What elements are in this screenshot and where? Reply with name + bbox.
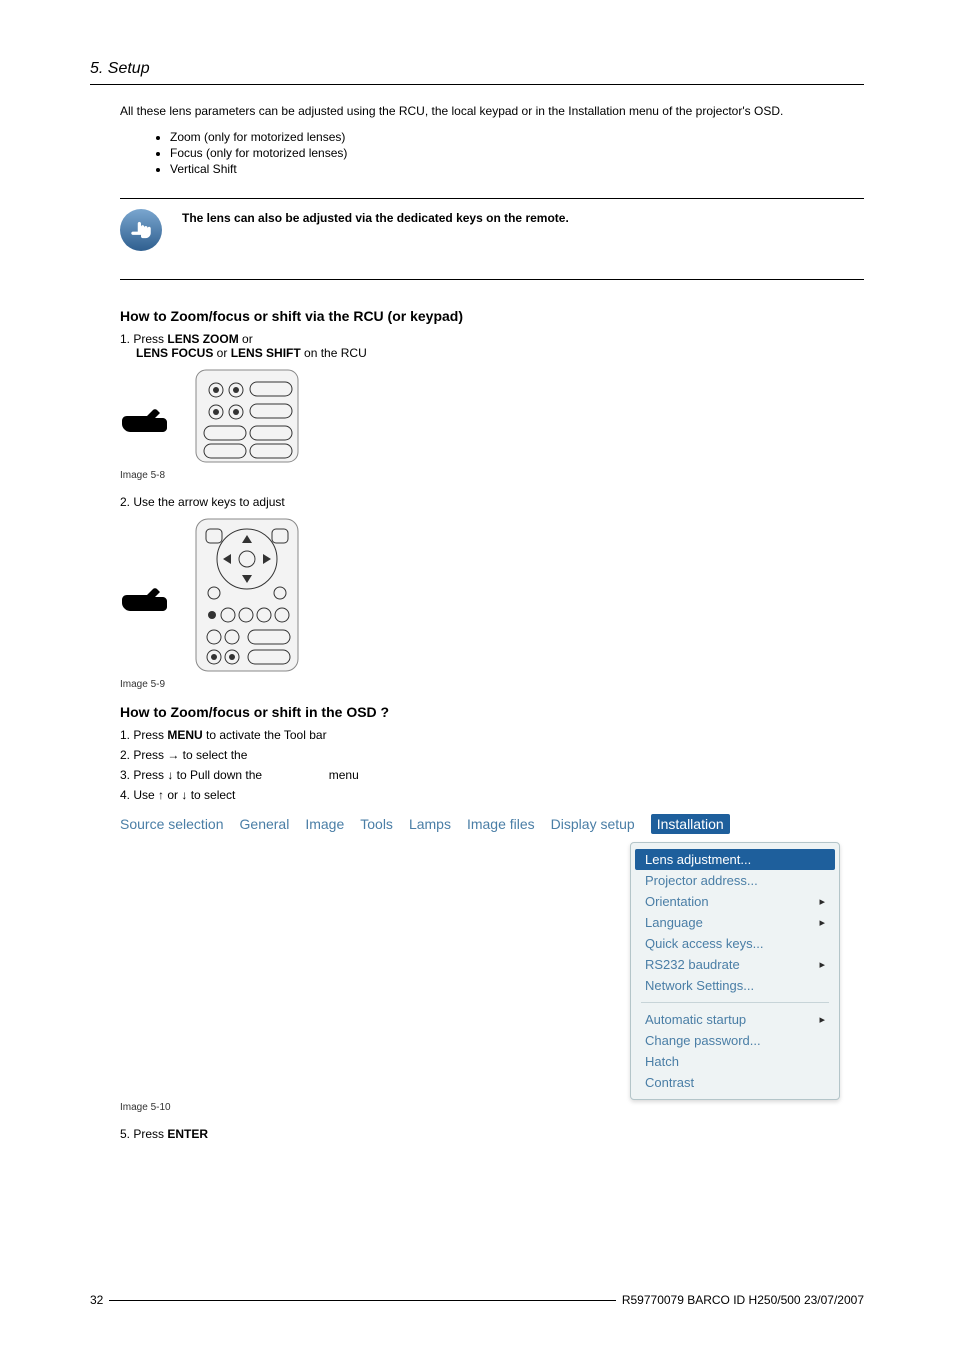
bullet-item: Zoom (only for motorized lenses) <box>170 130 864 146</box>
text: 1. Press <box>120 728 167 742</box>
chevron-right-icon: ▸ <box>819 916 825 929</box>
menu-item[interactable]: Image <box>305 816 344 832</box>
dropdown-item[interactable]: Network Settings... <box>635 975 835 996</box>
text: menu <box>325 768 358 782</box>
note-box: The lens can also be adjusted via the de… <box>120 198 864 280</box>
osd-screenshot: Source selection General Image Tools Lam… <box>120 810 840 1100</box>
dropdown-item[interactable]: Quick access keys... <box>635 933 835 954</box>
page-number: 32 <box>90 1293 109 1307</box>
pointing-hand-icon <box>120 572 180 618</box>
menu-item[interactable]: Lamps <box>409 816 451 832</box>
dropdown-label: Network Settings... <box>645 978 754 993</box>
dropdown-label: Contrast <box>645 1075 694 1090</box>
figure-caption: Image 5-10 <box>120 1102 864 1113</box>
chevron-right-icon: ▸ <box>819 1013 825 1026</box>
rule <box>90 84 864 85</box>
pointing-hand-icon <box>120 393 180 439</box>
note-text: The lens can also be adjusted via the de… <box>182 209 569 225</box>
dropdown-label: Change password... <box>645 1033 761 1048</box>
text: 1. Press <box>120 332 167 346</box>
dropdown-item[interactable]: Orientation ▸ <box>635 891 835 912</box>
dropdown-item[interactable]: Lens adjustment... <box>635 849 835 870</box>
heading-rcu: How to Zoom/focus or shift via the RCU (… <box>120 308 864 324</box>
dropdown-item[interactable]: Projector address... <box>635 870 835 891</box>
figure-caption: Image 5-8 <box>120 470 864 481</box>
menu-item[interactable]: Tools <box>360 816 393 832</box>
text: to activate the Tool bar <box>203 728 327 742</box>
dropdown-label: Automatic startup <box>645 1012 746 1027</box>
section-title: 5. Setup <box>90 60 864 78</box>
chevron-right-icon: ▸ <box>819 958 825 971</box>
text-bold: LENS FOCUS <box>136 346 213 360</box>
intro-paragraph: All these lens parameters can be adjuste… <box>120 103 864 120</box>
dropdown-item[interactable]: Change password... <box>635 1030 835 1051</box>
stepB5: 5. Press ENTER <box>120 1127 864 1141</box>
stepB4: 4. Use ↑ or ↓ to select <box>120 788 864 802</box>
dropdown-item[interactable]: Language ▸ <box>635 912 835 933</box>
text: 4. Use ↑ or ↓ to select <box>120 788 235 802</box>
figure-5-8 <box>120 366 864 466</box>
pointing-hand-icon <box>120 209 162 251</box>
stepA1: 1. Press LENS ZOOM or LENS FOCUS or LENS… <box>120 332 864 360</box>
dropdown-label: Projector address... <box>645 873 758 888</box>
dropdown-label: Hatch <box>645 1054 679 1069</box>
page-footer: 32 R59770079 BARCO ID H250/500 23/07/200… <box>90 1300 864 1303</box>
osd-dropdown: Lens adjustment... Projector address... … <box>630 842 840 1100</box>
text: 5. Press <box>120 1127 167 1141</box>
intro-bullets: Zoom (only for motorized lenses) Focus (… <box>120 130 864 178</box>
menu-item[interactable]: Source selection <box>120 816 224 832</box>
bullet-item: Vertical Shift <box>170 162 864 178</box>
stepB1: 1. Press MENU to activate the Tool bar <box>120 728 864 742</box>
text: 3. Press ↓ to Pull down the <box>120 768 265 782</box>
stepB2: 2. Press → to select the <box>120 748 864 762</box>
text-bold: ENTER <box>167 1127 208 1141</box>
menu-item[interactable]: Display setup <box>551 816 635 832</box>
osd-menubar: Source selection General Image Tools Lam… <box>120 810 840 838</box>
figure-5-9 <box>120 515 864 675</box>
dropdown-separator <box>641 1002 829 1003</box>
dropdown-label: Orientation <box>645 894 709 909</box>
text-bold: LENS SHIFT <box>231 346 301 360</box>
menu-item-selected[interactable]: Installation <box>651 814 730 834</box>
dropdown-item[interactable]: Hatch <box>635 1051 835 1072</box>
text-bold: LENS ZOOM <box>167 332 238 346</box>
dropdown-label: Lens adjustment... <box>645 852 751 867</box>
heading-osd: How to Zoom/focus or shift in the OSD ? <box>120 704 864 720</box>
remote-image <box>192 366 302 466</box>
dropdown-item[interactable]: Contrast <box>635 1072 835 1093</box>
text: on the RCU <box>301 346 367 360</box>
text: 2. Press → to select the <box>120 748 251 762</box>
dropdown-item[interactable]: Automatic startup ▸ <box>635 1009 835 1030</box>
text: or <box>213 346 230 360</box>
footer-doc-id: R59770079 BARCO ID H250/500 23/07/2007 <box>616 1293 864 1307</box>
dropdown-label: RS232 baudrate <box>645 957 740 972</box>
text-bold: MENU <box>167 728 202 742</box>
stepA2: 2. Use the arrow keys to adjust <box>120 495 864 509</box>
dropdown-label: Language <box>645 915 703 930</box>
bullet-item: Focus (only for motorized lenses) <box>170 146 864 162</box>
remote-image <box>192 515 302 675</box>
stepB3: 3. Press ↓ to Pull down the menu <box>120 768 864 782</box>
chevron-right-icon: ▸ <box>819 895 825 908</box>
menu-item[interactable]: Image files <box>467 816 535 832</box>
dropdown-label: Quick access keys... <box>645 936 763 951</box>
dropdown-item[interactable]: RS232 baudrate ▸ <box>635 954 835 975</box>
figure-caption: Image 5-9 <box>120 679 864 690</box>
text: or <box>239 332 253 346</box>
menu-item[interactable]: General <box>240 816 290 832</box>
